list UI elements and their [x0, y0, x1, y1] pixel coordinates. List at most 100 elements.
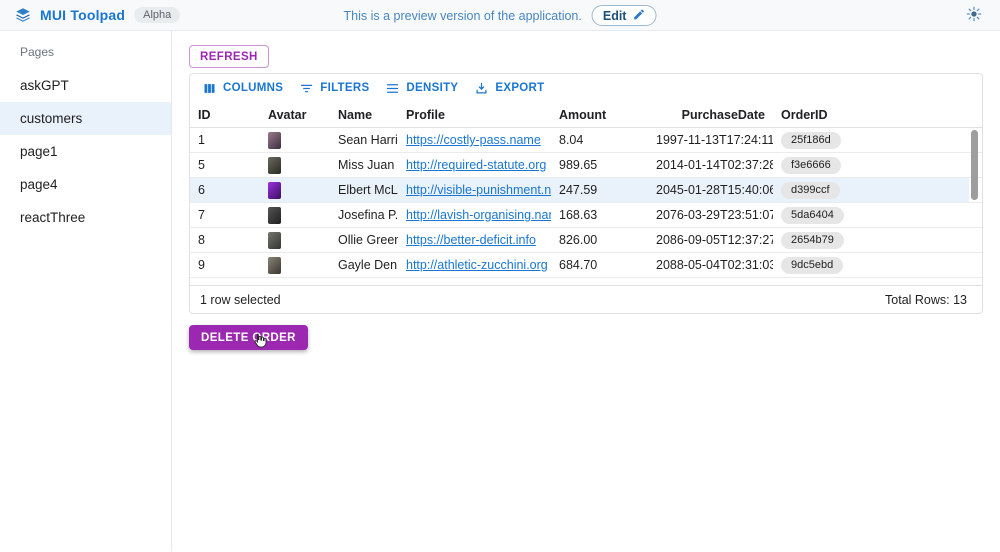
cell-amount: 989.65	[551, 158, 648, 172]
sidebar: Pages askGPTcustomerspage1page4reactThre…	[0, 31, 172, 551]
cell-name: Josefina P...	[330, 208, 398, 222]
alpha-badge: Alpha	[134, 7, 180, 23]
density-icon	[385, 81, 400, 96]
column-header-avatar[interactable]: Avatar	[260, 108, 330, 122]
vertical-scrollbar[interactable]	[971, 130, 978, 200]
grid-toolbar-filters-button[interactable]: FILTERS	[291, 76, 377, 100]
cell-profile: https://better-deficit.info	[398, 233, 551, 247]
sidebar-nav-list: askGPT customers page1 page4reactThree	[0, 69, 171, 234]
order-id-chip: d399ccf	[781, 182, 840, 199]
cell-amount: 168.63	[551, 208, 648, 222]
order-id-chip: 5da6404	[781, 207, 844, 224]
sidebar-item-askgpt[interactable]: askGPT	[0, 69, 171, 102]
cell-avatar	[260, 157, 330, 174]
app-title: MUI Toolpad	[40, 7, 125, 23]
profile-link[interactable]: https://costly-pass.name	[406, 133, 541, 147]
grid-toolbar-density-button[interactable]: DENSITY	[377, 76, 466, 100]
grid-toolbar-export-button[interactable]: EXPORT	[466, 76, 552, 100]
avatar	[268, 232, 281, 249]
cell-avatar	[260, 207, 330, 224]
delete-order-button[interactable]: DELETE ORDER	[189, 325, 308, 350]
cell-id: 1	[190, 133, 260, 147]
cell-avatar	[260, 132, 330, 149]
grid-body: 1Sean Harrishttps://costly-pass.name8.04…	[190, 128, 982, 285]
edit-button[interactable]: Edit	[592, 5, 657, 26]
cell-id: 6	[190, 183, 260, 197]
profile-link[interactable]: http://lavish-organising.name	[406, 208, 551, 222]
cell-id: 7	[190, 208, 260, 222]
grid-toolbar-button-label: COLUMNS	[223, 82, 283, 94]
cell-orderid: 2654b79	[773, 232, 883, 249]
cell-orderid: d399ccf	[773, 182, 883, 199]
sidebar-item-label: page1	[20, 144, 58, 159]
grid-toolbar: COLUMNS FILTERS DENSITY EXPORT	[190, 74, 982, 102]
preview-banner: This is a preview version of the applica…	[344, 0, 657, 31]
grid-toolbar-columns-button[interactable]: COLUMNS	[194, 76, 291, 100]
grid-toolbar-button-label: DENSITY	[406, 82, 458, 94]
cell-name: Ollie Green...	[330, 233, 398, 247]
sidebar-item-label: customers	[20, 111, 82, 126]
cell-profile: http://visible-punishment.net	[398, 183, 551, 197]
cell-name: Miss Juan ...	[330, 158, 398, 172]
column-header-name[interactable]: Name	[330, 108, 398, 122]
preview-banner-text: This is a preview version of the applica…	[344, 9, 582, 23]
profile-link[interactable]: http://required-statute.org	[406, 158, 546, 172]
grid-toolbar-button-label: EXPORT	[495, 82, 544, 94]
cell-purchasedate: 2086-09-05T12:37:27.015Z	[648, 233, 773, 247]
column-header-profile[interactable]: Profile	[398, 108, 551, 122]
cell-amount: 684.70	[551, 258, 648, 272]
cell-purchasedate: 1997-11-13T17:24:11.769Z	[648, 133, 773, 147]
sidebar-item-reactthree[interactable]: reactThree	[0, 201, 171, 234]
avatar	[268, 132, 281, 149]
cell-profile: http://athletic-zucchini.org	[398, 258, 551, 272]
order-id-chip: 25f186d	[781, 132, 841, 149]
topbar: MUI Toolpad Alpha This is a preview vers…	[0, 0, 1000, 31]
filter-icon	[299, 81, 314, 96]
column-header-orderid[interactable]: OrderID	[773, 108, 883, 122]
refresh-button[interactable]: REFRESH	[189, 45, 269, 68]
cell-id: 9	[190, 258, 260, 272]
avatar	[268, 207, 281, 224]
profile-link[interactable]: https://better-deficit.info	[406, 233, 536, 247]
theme-toggle-button[interactable]	[962, 3, 986, 27]
avatar	[268, 182, 281, 199]
cell-purchasedate: 2088-05-04T02:31:03.294Z	[648, 258, 773, 272]
data-grid: COLUMNS FILTERS DENSITY EXPORT IDAvatarName…	[189, 73, 983, 314]
table-row[interactable]: 6 Elbert McL... http://visible-punishment.…	[190, 178, 982, 203]
table-row[interactable]: 9Gayle Den...http://athletic-zucchini.or…	[190, 253, 982, 278]
column-header-id[interactable]: ID	[190, 108, 260, 122]
sidebar-item-customers[interactable]: customers	[0, 102, 171, 135]
grid-footer: 1 row selected Total Rows: 13	[190, 285, 982, 313]
column-header-amount[interactable]: Amount	[551, 108, 648, 122]
cell-name: Elbert McL...	[330, 183, 398, 197]
table-row[interactable]: 1Sean Harrishttps://costly-pass.name8.04…	[190, 128, 982, 153]
profile-link[interactable]: http://athletic-zucchini.org	[406, 258, 548, 272]
app-logo-icon	[14, 6, 32, 24]
sidebar-item-page4[interactable]: page4	[0, 168, 171, 201]
selected-rows-status: 1 row selected	[200, 293, 281, 307]
cell-amount: 826.00	[551, 233, 648, 247]
table-row[interactable]: 8Ollie Green...https://better-deficit.in…	[190, 228, 982, 253]
main-content: REFRESH COLUMNS FILTERS DENSITY EXPORT IDAv…	[172, 31, 1000, 551]
sidebar-item-page1[interactable]: page1	[0, 135, 171, 168]
cell-purchasedate: 2014-01-14T02:37:28.536Z	[648, 158, 773, 172]
grid-toolbar-button-label: FILTERS	[320, 82, 369, 94]
view-columns-icon	[202, 81, 217, 96]
table-row[interactable]: 7 Josefina P... http://lavish-organising.n…	[190, 203, 982, 228]
edit-button-label: Edit	[603, 9, 627, 23]
cell-purchasedate: 2076-03-29T23:51:07.968Z	[648, 208, 773, 222]
pencil-icon	[632, 8, 645, 24]
grid-header-row: IDAvatarNameProfileAmountPurchaseDateOrd…	[190, 102, 982, 128]
cell-orderid: 9dc5ebd	[773, 257, 883, 274]
cell-profile: https://costly-pass.name	[398, 133, 551, 147]
download-icon	[474, 81, 489, 96]
cell-id: 5	[190, 158, 260, 172]
sun-icon	[966, 6, 982, 25]
cell-profile: http://lavish-organising.name	[398, 208, 551, 222]
table-row[interactable]: 5 Miss Juan ... http://required-statute.or…	[190, 153, 982, 178]
order-id-chip: f3e6666	[781, 157, 841, 174]
cell-orderid: 25f186d	[773, 132, 883, 149]
column-header-purchasedate[interactable]: PurchaseDate	[648, 108, 773, 122]
cell-name: Sean Harris	[330, 133, 398, 147]
profile-link[interactable]: http://visible-punishment.net	[406, 183, 551, 197]
